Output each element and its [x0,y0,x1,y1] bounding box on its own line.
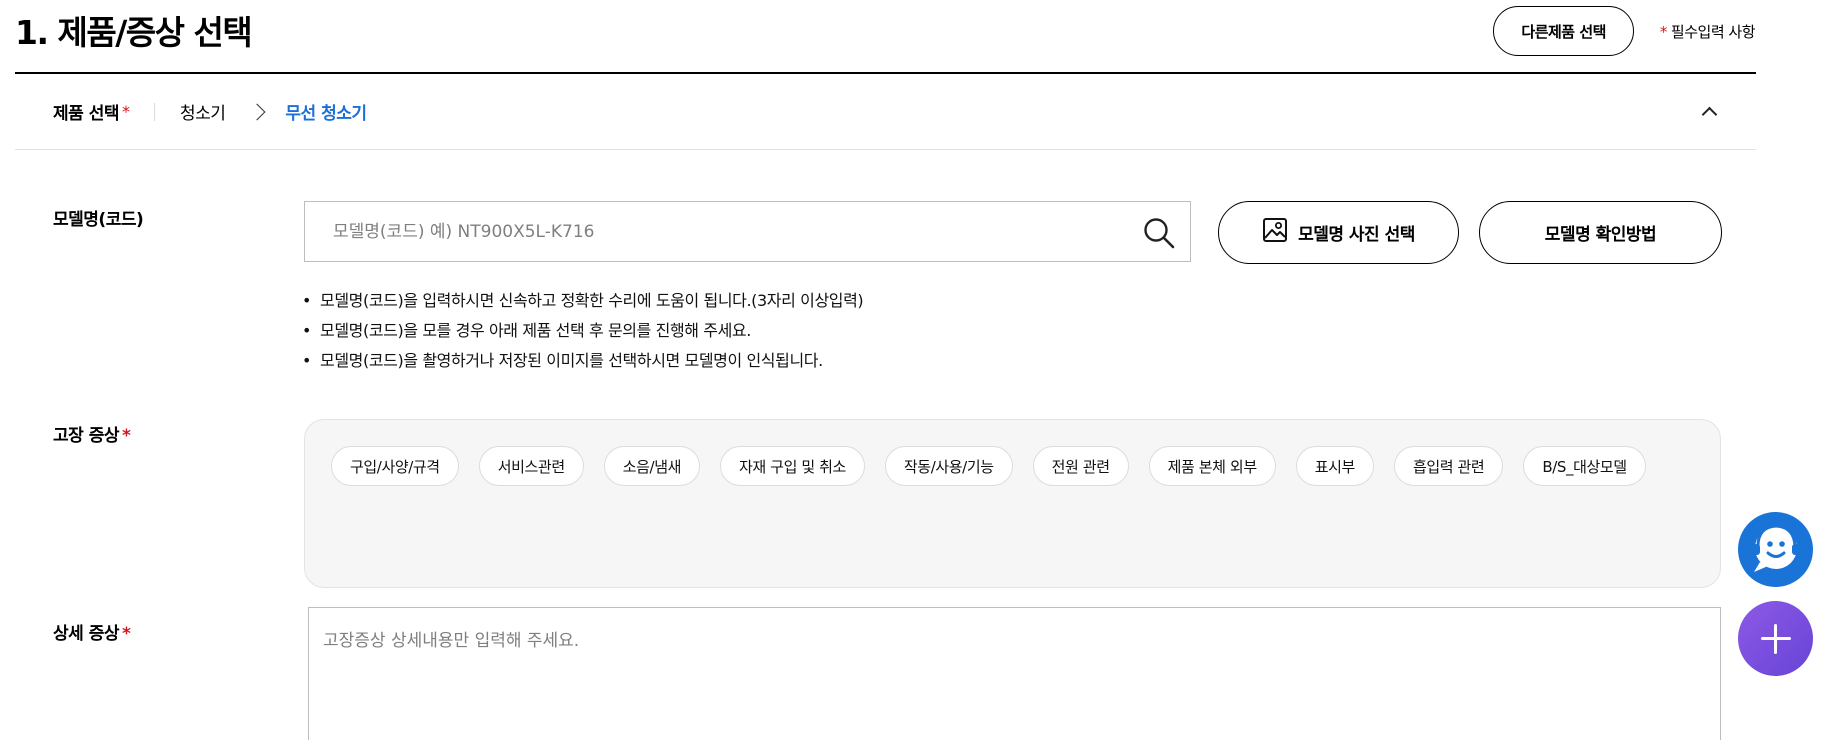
symptom-chip-panel: 구입/사양/규격 서비스관련 소음/냄새 자재 구입 및 취소 작동/사용/기능… [304,419,1721,588]
note-item: 모델명(코드)을 모를 경우 아래 제품 선택 후 문의를 진행해 주세요. [302,316,863,346]
top-actions: 다른제품 선택 * 필수입력 사항 [1493,6,1756,56]
symptom-chip[interactable]: 작동/사용/기능 [884,446,1013,486]
model-notes: 모델명(코드)을 입력하시면 신속하고 정확한 수리에 도움이 됩니다.(3자리… [302,286,864,376]
symptom-chip[interactable]: 제품 본체 외부 [1148,446,1276,486]
separator [153,102,155,121]
detail-label: 상세 증상 * [53,619,131,644]
symptom-chip[interactable]: 전원 관련 [1032,446,1129,486]
search-icon[interactable] [1142,216,1176,250]
model-input[interactable] [305,202,1190,261]
symptom-chip[interactable]: 자재 구입 및 취소 [720,446,865,486]
chevron-up-icon[interactable] [1702,105,1716,119]
required-star: * [121,624,131,644]
page-title: 1. 제품/증상 선택 [15,13,253,52]
symptom-chip[interactable]: 소음/냄새 [603,446,700,486]
note-item: 모델명(코드)을 촬영하거나 저장된 이미지를 선택하시면 모델명이 인식됩니다… [302,346,863,376]
plus-icon[interactable] [1738,601,1813,676]
required-star: * [121,102,130,121]
symptom-chips: 구입/사양/규격 서비스관련 소음/냄새 자재 구입 및 취소 작동/사용/기능… [331,446,1661,486]
image-icon [1262,217,1288,248]
model-label: 모델명(코드) [53,210,144,230]
symptom-label: 고장 증상 * [53,421,131,446]
symptom-chip[interactable]: 흡입력 관련 [1393,446,1504,486]
model-photo-button-label: 모델명 사진 선택 [1298,225,1415,245]
model-input-wrap [304,201,1191,262]
product-select-label: 제품 선택 [53,104,119,124]
symptom-chip[interactable]: 표시부 [1295,446,1374,486]
model-howto-button[interactable]: 모델명 확인방법 [1479,201,1722,264]
symptom-chip[interactable]: 구입/사양/규격 [331,446,459,486]
required-star: * [1659,22,1668,41]
symptom-chip[interactable]: B/S_대상모델 [1523,446,1646,486]
chatbot-button[interactable] [1738,512,1813,587]
chevron-right-icon [248,103,266,120]
detail-label-text: 상세 증상 [53,624,119,644]
chatbot-icon [1738,524,1813,591]
required-note-text: 필수입력 사항 [1670,22,1756,41]
note-item: 모델명(코드)을 입력하시면 신속하고 정확한 수리에 도움이 됩니다.(3자리… [302,286,864,316]
symptom-chip[interactable]: 서비스관련 [478,446,584,486]
detail-box [308,607,1721,740]
breadcrumb-product[interactable]: 무선 청소기 [285,99,367,124]
symptom-label-text: 고장 증상 [53,426,119,446]
required-star: * [121,426,131,446]
detail-textarea[interactable] [309,608,1720,740]
product-select-row: 제품 선택 * 청소기 무선 청소기 [15,74,1756,150]
model-photo-button[interactable]: 모델명 사진 선택 [1218,201,1459,264]
breadcrumb-category[interactable]: 청소기 [180,99,226,124]
other-product-button[interactable]: 다른제품 선택 [1493,6,1634,56]
required-note: * 필수입력 사항 [1659,21,1756,42]
